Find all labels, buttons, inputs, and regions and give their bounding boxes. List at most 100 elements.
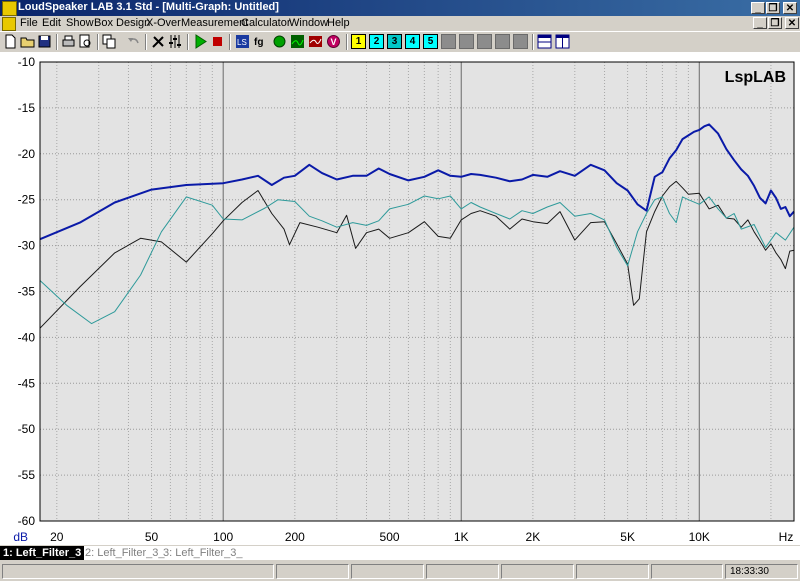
y-tick-label: -10 <box>18 55 36 69</box>
brand-label: LspLAB <box>725 69 786 86</box>
toolbar-separator <box>56 34 58 50</box>
close-button[interactable]: ✕ <box>783 2 797 14</box>
status-panel-7 <box>651 564 723 579</box>
menu-file[interactable]: File <box>20 17 38 29</box>
frequency-response-chart[interactable]: -10 -15 -20 -25 -30 -35 -40 -45 -50 -55 -60 20 50 10… <box>0 52 800 545</box>
svg-text:LS: LS <box>237 38 247 47</box>
graph-slot-6-button[interactable] <box>441 34 456 49</box>
open-icon[interactable] <box>20 34 35 49</box>
lsp-icon[interactable]: LS <box>235 34 250 49</box>
x-tick-label: 500 <box>380 530 400 544</box>
graph-window: -10 -15 -20 -25 -30 -35 -40 -45 -50 -55 -60 20 50 10… <box>0 52 800 545</box>
menu-window[interactable]: Window <box>289 17 328 29</box>
tile-horizontal-icon[interactable] <box>537 34 552 49</box>
new-icon[interactable] <box>3 34 18 49</box>
y-tick-label: -20 <box>18 147 36 161</box>
graph-1-button[interactable]: 1 <box>351 34 366 49</box>
x-tick-label: 100 <box>213 530 233 544</box>
x-tick-label: 200 <box>285 530 305 544</box>
app-icon <box>2 1 17 16</box>
title-bar: LoudSpeaker LAB 3.1 Std - [Multi-Graph: … <box>0 0 800 16</box>
status-panel-6 <box>576 564 649 579</box>
tile-vertical-icon[interactable] <box>555 34 570 49</box>
y-tick-label: -50 <box>18 422 36 436</box>
y-tick-label: -30 <box>18 239 36 253</box>
minimize-button[interactable]: _ <box>751 2 765 14</box>
status-time: 18:33:30 <box>725 564 798 579</box>
graph-2-button[interactable]: 2 <box>369 34 384 49</box>
graph-5-button[interactable]: 5 <box>423 34 438 49</box>
plot-area[interactable] <box>40 62 794 521</box>
y-tick-label: -45 <box>18 376 36 390</box>
tab-left-filter-1[interactable]: 1: Left_Filter_3 <box>0 546 85 560</box>
toolbar-separator <box>229 34 231 50</box>
menu-x-over[interactable]: X-Over <box>146 17 181 29</box>
y-tick-label: -40 <box>18 330 36 344</box>
fg-icon[interactable]: fg <box>253 34 268 49</box>
print-preview-icon[interactable] <box>78 34 93 49</box>
graph-slot-10-button[interactable] <box>513 34 528 49</box>
x-tick-label: 5K <box>620 530 635 544</box>
svg-text:V: V <box>331 37 337 47</box>
mdi-restore-button[interactable]: ❐ <box>768 17 782 29</box>
x-tick-label: 50 <box>145 530 159 544</box>
copy-icon[interactable] <box>102 34 117 49</box>
graph-slot-8-button[interactable] <box>477 34 492 49</box>
y-tick-label: -60 <box>18 514 36 528</box>
red-response-icon[interactable] <box>308 34 323 49</box>
mdi-minimize-button[interactable]: _ <box>753 17 767 29</box>
menu-measurement[interactable]: Measurement <box>181 17 248 29</box>
toolbar-separator <box>97 34 99 50</box>
sliders-icon[interactable] <box>168 34 183 49</box>
svg-text:fg: fg <box>254 37 263 48</box>
status-panel-2 <box>276 564 349 579</box>
graph-4-button[interactable]: 4 <box>405 34 420 49</box>
x-tick-label: 2K <box>526 530 541 544</box>
x-tick-label: 1K <box>454 530 469 544</box>
status-panel-3 <box>351 564 424 579</box>
graph-slot-7-button[interactable] <box>459 34 474 49</box>
play-icon[interactable] <box>193 34 208 49</box>
window-title: LoudSpeaker LAB 3.1 Std - [Multi-Graph: … <box>18 1 279 13</box>
undo-icon[interactable] <box>126 34 141 49</box>
mdi-close-button[interactable]: ✕ <box>785 17 799 29</box>
tools-icon[interactable] <box>151 34 166 49</box>
graph-3-button[interactable]: 3 <box>387 34 402 49</box>
status-panel-4 <box>426 564 499 579</box>
tab-left-filter-3[interactable]: 3: Left_Filter_3_ <box>160 546 246 560</box>
menu-show[interactable]: Show <box>66 17 94 29</box>
menu-box-design[interactable]: Box Design <box>94 17 150 29</box>
menu-calculator[interactable]: Calculator <box>241 17 291 29</box>
menu-help[interactable]: Help <box>327 17 350 29</box>
x-axis-unit-label: Hz <box>779 530 794 544</box>
tab-left-filter-2[interactable]: 2: Left_Filter_3_ <box>82 546 168 560</box>
toolbar: LS fg V 1 2 3 4 5 <box>0 31 800 53</box>
menu-bar: File Edit Show Box Design X-Over Measure… <box>0 16 800 31</box>
y-tick-label: -15 <box>18 101 36 115</box>
stop-icon[interactable] <box>210 34 225 49</box>
green-response-icon[interactable] <box>290 34 305 49</box>
print-icon[interactable] <box>61 34 76 49</box>
graph-tabs: 1: Left_Filter_3 2: Left_Filter_3_ 3: Le… <box>0 546 800 560</box>
y-tick-label: -55 <box>18 468 36 482</box>
save-icon[interactable] <box>37 34 52 49</box>
y-axis-ticks: -10 -15 -20 -25 -30 -35 -40 -45 -50 -55 -60 <box>18 55 36 528</box>
x-tick-label: 10K <box>689 530 710 544</box>
graph-slot-9-button[interactable] <box>495 34 510 49</box>
y-tick-label: -25 <box>18 193 36 207</box>
toolbar-separator <box>346 34 348 50</box>
toolbar-separator <box>532 34 534 50</box>
v-icon[interactable]: V <box>326 34 341 49</box>
toolbar-separator <box>145 34 147 50</box>
y-axis-unit-label: dB <box>13 530 28 544</box>
green-circle-icon[interactable] <box>272 34 287 49</box>
menu-edit[interactable]: Edit <box>42 17 61 29</box>
x-tick-label: 20 <box>50 530 64 544</box>
restore-button[interactable]: ❐ <box>766 2 780 14</box>
status-panel-5 <box>501 564 574 579</box>
x-axis-ticks: 20 50 100 200 500 1K 2K 5K 10K <box>50 530 710 544</box>
status-bar: 18:33:30 <box>0 562 800 581</box>
y-tick-label: -35 <box>18 285 36 299</box>
status-panel-1 <box>2 564 274 579</box>
document-icon[interactable] <box>2 17 16 31</box>
